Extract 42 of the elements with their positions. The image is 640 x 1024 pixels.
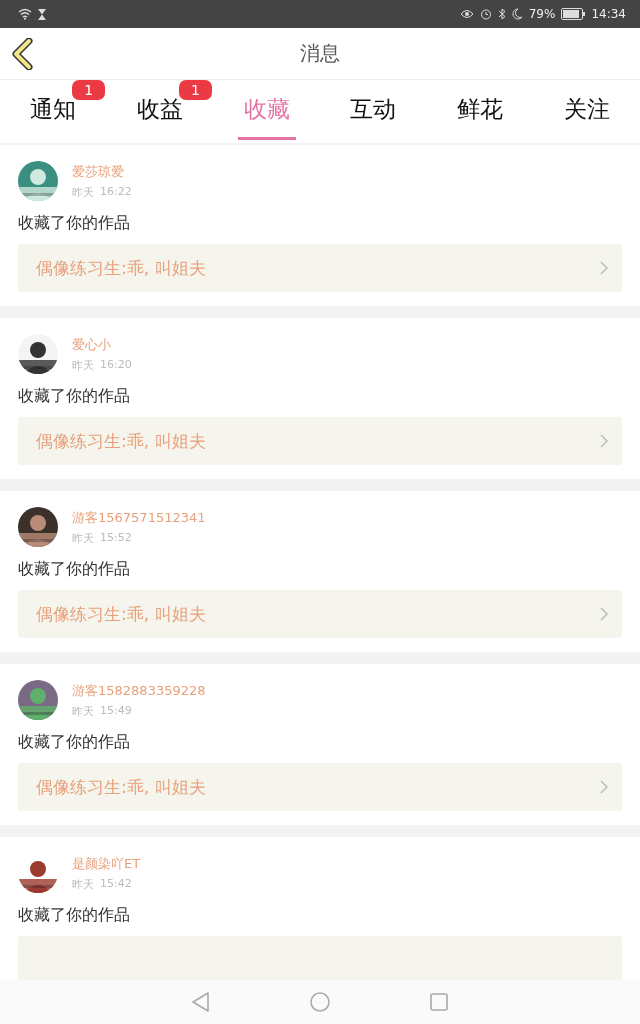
home-nav-icon[interactable]	[310, 992, 330, 1012]
message-date: 昨天	[72, 357, 94, 373]
message-date: 昨天	[72, 703, 94, 719]
count-badge: 1	[179, 79, 212, 100]
message-text: 收藏了你的作品	[18, 559, 131, 580]
bluetooth-icon	[497, 8, 506, 20]
message-time: 16:22	[100, 184, 132, 200]
chevron-right-icon	[600, 780, 608, 794]
message-text: 收藏了你的作品	[18, 732, 131, 753]
message-date: 昨天	[72, 876, 94, 892]
battery-icon	[561, 8, 586, 20]
message-text: 收藏了你的作品	[18, 386, 131, 407]
wifi-icon	[18, 8, 32, 20]
tab[interactable]: 关注	[557, 83, 616, 140]
page-title: 消息	[300, 40, 340, 67]
tab[interactable]: 互动	[344, 83, 403, 140]
message-date: 昨天	[72, 530, 94, 546]
user-name: 游客1567571512341	[72, 508, 206, 527]
battery-percent: 79%	[528, 7, 556, 21]
clock-time: 14:34	[591, 7, 626, 21]
hourglass-icon	[38, 8, 46, 20]
user-name: 爱心小	[72, 335, 112, 354]
back-nav-icon[interactable]	[192, 992, 210, 1012]
chevron-right-icon	[600, 261, 608, 275]
message-time: 16:20	[100, 357, 132, 373]
message-time: 15:42	[100, 876, 132, 892]
tab[interactable]: 鲜花	[450, 83, 509, 140]
chevron-right-icon	[600, 434, 608, 448]
message-text: 收藏了你的作品	[18, 905, 131, 926]
message-time: 15:49	[100, 703, 132, 719]
chevron-right-icon	[600, 607, 608, 621]
message-time: 15:52	[100, 530, 132, 546]
moon-icon	[511, 8, 523, 20]
recents-nav-icon[interactable]	[430, 993, 448, 1011]
user-name: 游客1582883359228	[72, 681, 206, 700]
message-text: 收藏了你的作品	[18, 213, 131, 234]
eye-icon	[459, 9, 474, 19]
message-date: 昨天	[72, 184, 94, 200]
count-badge: 1	[72, 79, 106, 100]
alarm-icon	[479, 8, 492, 20]
user-name: 是颜染吖ET	[72, 854, 141, 873]
user-name: 爱莎琼爱	[72, 162, 125, 181]
